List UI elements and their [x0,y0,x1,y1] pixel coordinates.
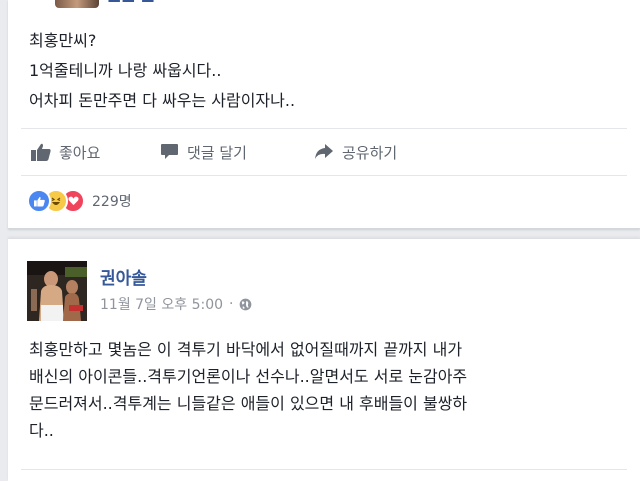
post-text-line: 1억줄테니까 나랑 싸웁시다.. [29,61,222,80]
post-text-line: 어차피 돈만주면 다 싸우는 사람이자나.. [29,91,296,110]
share-icon [315,144,333,159]
post-text-line: 최홍만하고 몇놈은 이 격투기 바닥에서 없어질때까지 끝까지 내가 [29,340,463,359]
post-card-2: 권아솔 11월 7일 오후 5:00 · 최홍만하고 몇놈은 이 격투기 바닥에… [8,238,640,481]
comment-button[interactable]: 댓글 달기 [160,141,247,163]
post-text-line: 최홍만씨? [29,31,97,50]
share-button[interactable]: 공유하기 [314,141,397,163]
post-text-line: 다.. [29,421,54,440]
post-meta: 11월 7일 오후 5:00 · [100,294,252,314]
reaction-count[interactable]: 229명 [92,191,132,211]
post-text-line: 배신의 아이콘들..격투기언론이나 선수나..알면서도 서로 눈감아주 [29,367,468,386]
author-name[interactable]: 권아솔 [100,264,147,289]
post-text-line: 문드러져서..격투계는 니들같은 애들이 있으면 내 후배들이 불쌍하 [29,394,468,413]
post-text: 최홍만씨? 1억줄테니까 나랑 싸웁시다.. 어차피 돈만주면 다 싸우는 사람… [29,26,629,116]
like-label: 좋아요 [59,143,101,162]
thumbs-up-icon [31,143,51,161]
globe-icon[interactable] [239,298,252,311]
reactions-summary[interactable]: 229명 [27,189,132,213]
avatar[interactable] [55,0,99,8]
like-button[interactable]: 좋아요 [31,141,100,163]
post-text: 최홍만하고 몇놈은 이 격투기 바닥에서 없어질때까지 끝까지 내가 배신의 아… [29,336,640,444]
like-reaction-icon [27,189,51,213]
timestamp[interactable]: 11월 7일 오후 5:00 [100,294,223,314]
avatar[interactable] [27,261,87,321]
meta-separator: · [229,296,234,312]
avatar-image [27,261,87,321]
divider [21,469,627,470]
comment-label: 댓글 달기 [187,143,247,162]
comment-icon [161,144,178,159]
post-card-1: ▬▬ ▬ 최홍만씨? 1억줄테니까 나랑 싸웁시다.. 어차피 돈만주면 다 싸… [8,0,640,229]
author-name-cropped[interactable]: ▬▬ ▬ [107,0,197,2]
share-label: 공유하기 [342,143,398,162]
action-bar: 좋아요 댓글 달기 공유하기 [21,128,627,176]
